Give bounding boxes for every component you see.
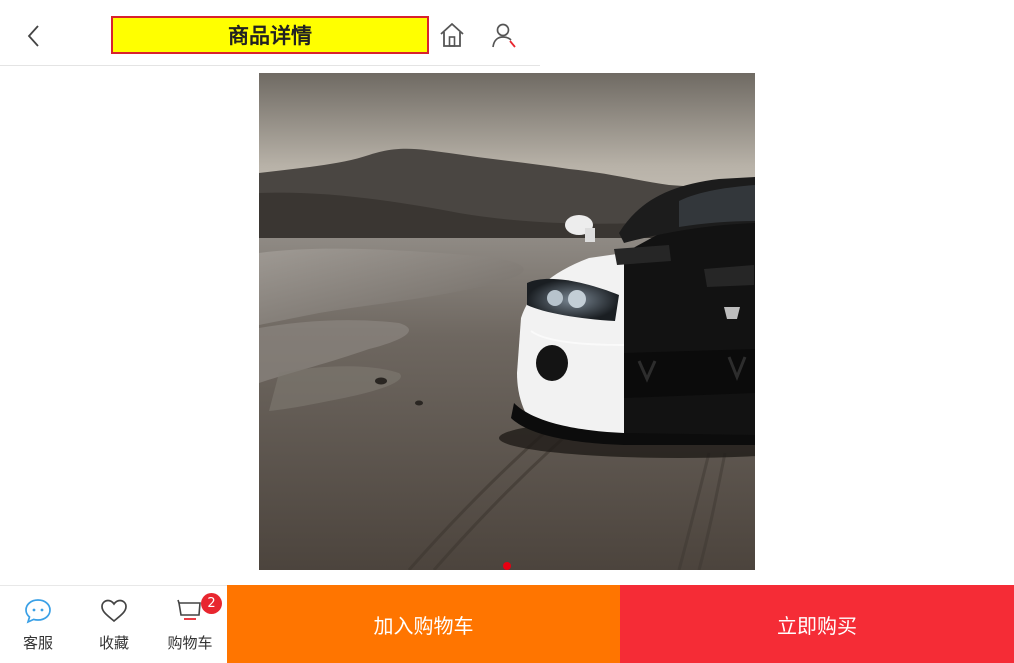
cart-icon [177,599,201,620]
product-image [259,73,755,570]
favorite-label: 收藏 [98,634,129,652]
cart-count-badge: 2 [201,593,222,614]
cart-label: 购物车 [167,634,213,652]
product-detail-page: 商品详情 客服 收藏 购物车 2 加入购物车 立即购买 [0,0,1014,663]
user-button[interactable] [490,21,518,49]
home-icon [440,23,464,47]
home-button[interactable] [438,21,466,49]
chat-bubble-icon [25,599,51,624]
customer-service-label: 客服 [22,634,53,652]
customer-service-button[interactable]: 客服 [0,586,76,663]
user-icon [492,23,516,48]
add-to-cart-button[interactable]: 加入购物车 [227,585,620,663]
back-button[interactable] [20,22,48,50]
buy-now-button[interactable]: 立即购买 [620,585,1014,663]
favorite-button[interactable]: 收藏 [76,586,152,663]
heart-icon [101,599,127,623]
page-title: 商品详情 [111,16,429,54]
carousel-indicator-dot[interactable] [503,562,511,570]
header: 商品详情 [0,0,540,66]
chevron-left-icon [27,25,39,47]
product-image-carousel[interactable] [259,73,755,570]
